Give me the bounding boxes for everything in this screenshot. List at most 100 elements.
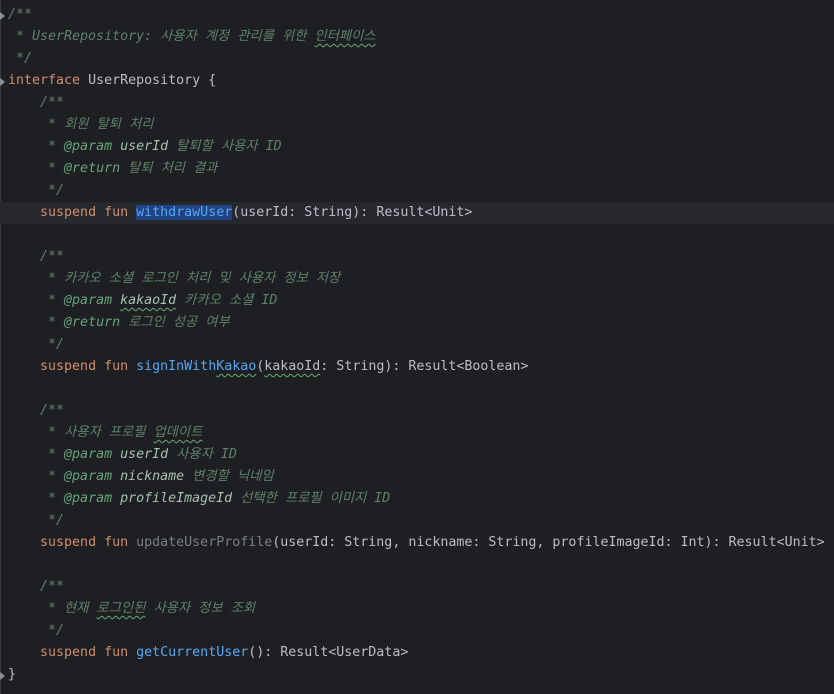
code-token: Kakao bbox=[216, 359, 257, 374]
code-line[interactable]: * 사용자 프로필 업데이트 bbox=[0, 422, 834, 444]
code-token: withdrawUser bbox=[136, 205, 233, 220]
code-token: */ bbox=[8, 623, 65, 638]
code-token: (userId: String, nickname: String, profi… bbox=[272, 535, 825, 550]
code-token: suspend bbox=[40, 359, 97, 374]
code-token: fun bbox=[104, 535, 129, 550]
code-token: */ bbox=[8, 337, 65, 352]
code-token: (): Result<UserData> bbox=[248, 645, 409, 660]
code-line[interactable]: /** bbox=[0, 400, 834, 422]
code-editor[interactable]: /** * UserRepository: 사용자 계정 관리를 위한 인터페이… bbox=[0, 0, 834, 694]
code-line[interactable]: * UserRepository: 사용자 계정 관리를 위한 인터페이스 bbox=[0, 26, 834, 48]
code-token: kakaoId bbox=[264, 359, 321, 374]
code-token: : String): Result<Boolean> bbox=[320, 359, 529, 374]
code-line[interactable] bbox=[0, 224, 834, 246]
code-line[interactable]: * 카카오 소셜 로그인 처리 및 사용자 정보 저장 bbox=[0, 268, 834, 290]
code-text: */ bbox=[8, 620, 64, 642]
code-line[interactable]: } bbox=[0, 664, 834, 686]
code-token: @param bbox=[64, 491, 113, 506]
code-line[interactable]: interface UserRepository { bbox=[0, 70, 834, 92]
code-token: 사용자 ID bbox=[168, 447, 237, 462]
code-token: interface bbox=[8, 73, 81, 88]
code-token: * 회원 탈퇴 처리 bbox=[8, 117, 154, 132]
code-line[interactable]: * @param nickname 변경할 닉네임 bbox=[0, 466, 834, 488]
code-line[interactable]: /** bbox=[0, 246, 834, 268]
code-text: * 현재 로그인된 사용자 정보 조회 bbox=[8, 598, 255, 620]
code-text: suspend fun getCurrentUser(): Result<Use… bbox=[8, 642, 408, 664]
code-text: * @param profileImageId 선택한 프로필 이미지 ID bbox=[8, 488, 390, 510]
code-text: * @param userId 탈퇴할 사용자 ID bbox=[8, 136, 282, 158]
code-line[interactable]: suspend fun getCurrentUser(): Result<Use… bbox=[0, 642, 834, 664]
code-text: */ bbox=[8, 334, 64, 356]
code-text: * @return 로그인 성공 여부 bbox=[8, 312, 230, 334]
code-line[interactable]: * @param userId 탈퇴할 사용자 ID bbox=[0, 136, 834, 158]
code-line[interactable]: /** bbox=[0, 92, 834, 114]
code-line[interactable]: * @param kakaoId 카카오 소셜 ID bbox=[0, 290, 834, 312]
code-line[interactable] bbox=[0, 554, 834, 576]
code-line[interactable]: * 회원 탈퇴 처리 bbox=[0, 114, 834, 136]
code-token: 사용자 정보 조회 bbox=[145, 601, 256, 616]
code-token: fun bbox=[104, 645, 129, 660]
code-token: 카카오 소셜 ID bbox=[176, 293, 278, 308]
code-line[interactable]: */ bbox=[0, 334, 834, 356]
code-token: getCurrentUser bbox=[136, 645, 249, 660]
code-token: updateUserProfile bbox=[136, 535, 273, 550]
code-line[interactable]: suspend fun signInWithKakao(kakaoId: Str… bbox=[0, 356, 834, 378]
code-text: * 회원 탈퇴 처리 bbox=[8, 114, 153, 136]
code-token: /** bbox=[8, 579, 65, 594]
code-line[interactable]: * @return 로그인 성공 여부 bbox=[0, 312, 834, 334]
code-token: */ bbox=[8, 513, 65, 528]
fold-arrow-icon[interactable] bbox=[0, 12, 5, 20]
code-token: * 현재 bbox=[8, 601, 97, 616]
code-text: interface UserRepository { bbox=[8, 70, 216, 92]
code-line[interactable]: */ bbox=[0, 620, 834, 642]
code-text: /** bbox=[8, 400, 64, 422]
code-token: @return bbox=[64, 161, 121, 176]
code-token: signInWith bbox=[136, 359, 217, 374]
code-line[interactable]: */ bbox=[0, 48, 834, 70]
code-text: * @return 탈퇴 처리 결과 bbox=[8, 158, 218, 180]
code-line[interactable]: * @param userId 사용자 ID bbox=[0, 444, 834, 466]
code-line[interactable]: suspend fun withdrawUser(userId: String)… bbox=[0, 202, 834, 224]
code-token: * bbox=[8, 447, 65, 462]
code-token: fun bbox=[104, 359, 129, 374]
code-text: * UserRepository: 사용자 계정 관리를 위한 인터페이스 bbox=[8, 26, 376, 48]
code-text: suspend fun signInWithKakao(kakaoId: Str… bbox=[8, 356, 528, 378]
code-token: * 사용자 프로필 bbox=[8, 425, 154, 440]
code-token: * bbox=[8, 161, 65, 176]
code-line[interactable]: /** bbox=[0, 4, 834, 26]
code-line[interactable]: * 현재 로그인된 사용자 정보 조회 bbox=[0, 598, 834, 620]
code-text: suspend fun updateUserProfile(userId: St… bbox=[8, 532, 825, 554]
code-token: nickname bbox=[120, 469, 185, 484]
code-line[interactable]: suspend fun updateUserProfile(userId: St… bbox=[0, 532, 834, 554]
code-token: * bbox=[8, 491, 65, 506]
code-token: (userId: String): Result<Unit> bbox=[232, 205, 473, 220]
code-line[interactable]: * @return 탈퇴 처리 결과 bbox=[0, 158, 834, 180]
code-text: } bbox=[8, 664, 16, 686]
code-token: fun bbox=[104, 205, 129, 220]
fold-arrow-icon[interactable] bbox=[0, 672, 5, 680]
code-token: 로그인된 bbox=[96, 601, 146, 616]
code-token: userId bbox=[120, 139, 169, 154]
code-token: 인터페이스 bbox=[314, 29, 376, 44]
code-text: */ bbox=[8, 180, 64, 202]
code-text: * 사용자 프로필 업데이트 bbox=[8, 422, 202, 444]
code-line[interactable]: /** bbox=[0, 576, 834, 598]
fold-arrow-icon[interactable] bbox=[0, 78, 5, 86]
code-line[interactable]: * @param profileImageId 선택한 프로필 이미지 ID bbox=[0, 488, 834, 510]
code-line[interactable]: */ bbox=[0, 510, 834, 532]
code-token: 탈퇴 처리 결과 bbox=[120, 161, 218, 176]
code-token: @param bbox=[64, 293, 113, 308]
code-token: @param bbox=[64, 469, 113, 484]
code-line[interactable] bbox=[0, 378, 834, 400]
code-token: profileImageId bbox=[120, 491, 233, 506]
code-line[interactable]: */ bbox=[0, 180, 834, 202]
